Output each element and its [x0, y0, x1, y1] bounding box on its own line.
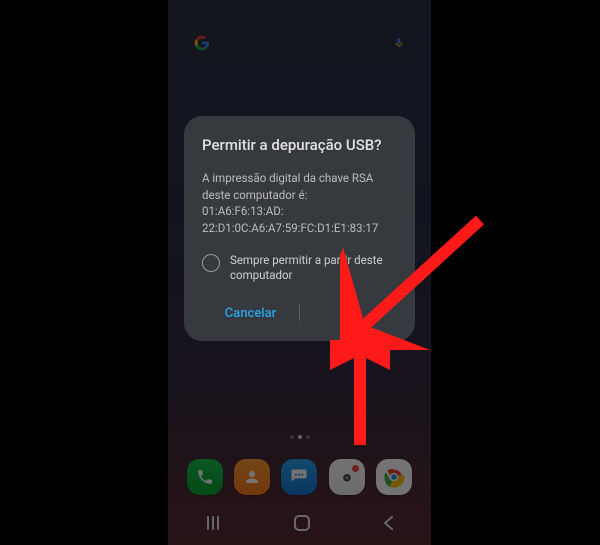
- dialog-title: Permitir a depuração USB?: [202, 136, 397, 154]
- dialog-actions: Cancelar OK: [202, 300, 397, 327]
- checkbox-label: Sempre permitir a partir deste computado…: [230, 253, 397, 284]
- checkbox-unchecked-icon: [202, 254, 220, 272]
- dialog-fingerprint-line1: 01:A6:F6:13:AD:: [202, 203, 397, 220]
- usb-debugging-dialog: Permitir a depuração USB? A impressão di…: [184, 116, 415, 341]
- dialog-body: A impressão digital da chave RSA deste c…: [202, 170, 397, 237]
- always-allow-checkbox[interactable]: Sempre permitir a partir deste computado…: [202, 253, 397, 284]
- cancel-button[interactable]: Cancelar: [202, 300, 299, 327]
- dialog-fingerprint-line2: 22:D1:0C:A6:A7:59:FC:D1:E1:83:17: [202, 220, 397, 237]
- phone-screen: Permitir a depuração USB? A impressão di…: [168, 0, 431, 545]
- ok-button[interactable]: OK: [300, 300, 397, 327]
- dialog-fingerprint-intro: A impressão digital da chave RSA deste c…: [202, 170, 397, 203]
